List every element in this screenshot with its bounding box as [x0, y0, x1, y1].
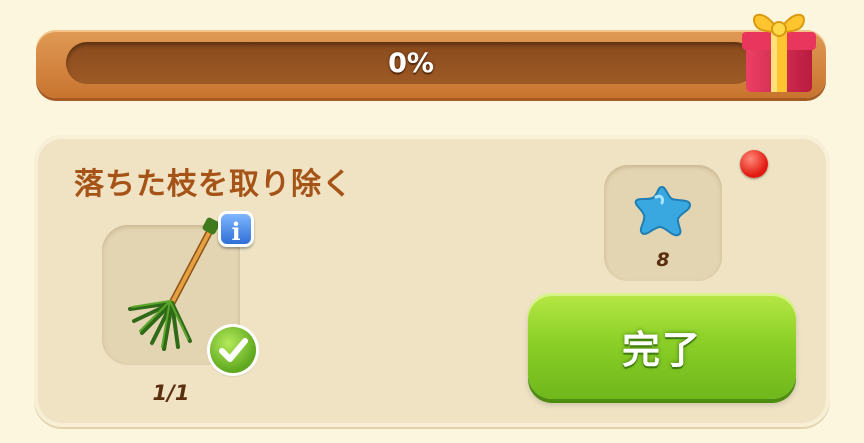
progress-banner: 0%: [36, 30, 826, 98]
gift-box-icon[interactable]: [738, 2, 820, 98]
reward-slot[interactable]: 8: [604, 165, 722, 281]
task-item-slot[interactable]: i: [102, 211, 256, 373]
complete-button-label: 完了: [621, 327, 702, 372]
blue-star-icon: [634, 185, 692, 237]
complete-button[interactable]: 完了: [528, 293, 796, 399]
notification-badge: [740, 150, 768, 178]
item-count: 1/1: [152, 381, 190, 405]
progress-label: 0%: [388, 47, 434, 79]
task-screen: 0% 落ちた枝を取り除く i 1/1 8 完了: [0, 0, 864, 443]
progress-bar: 0%: [66, 42, 756, 84]
task-title: 落ちた枝を取り除く: [74, 167, 353, 202]
task-card: 落ちた枝を取り除く i 1/1 8 完了: [34, 135, 830, 427]
info-icon[interactable]: i: [218, 211, 254, 247]
checkmark-icon: [210, 327, 256, 373]
reward-amount: 8: [656, 249, 670, 271]
